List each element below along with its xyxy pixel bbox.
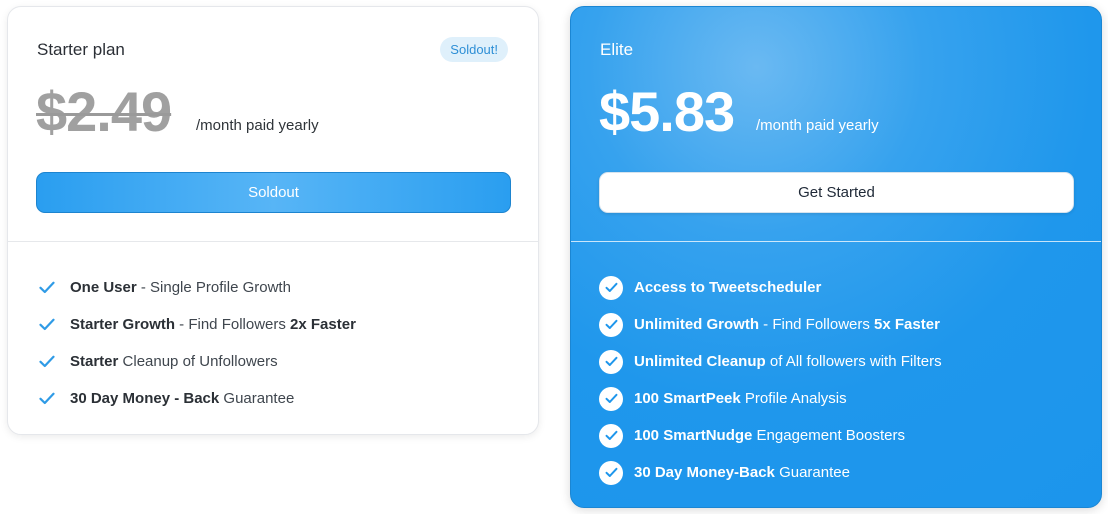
check-icon bbox=[36, 314, 57, 335]
check-icon bbox=[36, 351, 57, 372]
feature-item: 100 SmartPeek Profile Analysis bbox=[599, 380, 942, 417]
plan-price: $5.83 bbox=[599, 80, 735, 143]
divider bbox=[8, 241, 538, 242]
feature-text: One User - Single Profile Growth bbox=[70, 279, 291, 296]
feature-list: One User - Single Profile Growth Starter… bbox=[36, 269, 356, 417]
elite-plan-card: Elite $5.83 /month paid yearly Get Start… bbox=[570, 6, 1102, 508]
feature-text: Unlimited Cleanup of All followers with … bbox=[634, 353, 942, 370]
price-period: /month paid yearly bbox=[196, 117, 319, 134]
feature-text: Access to Tweetscheduler bbox=[634, 279, 822, 296]
feature-item: Starter Cleanup of Unfollowers bbox=[36, 343, 356, 380]
soldout-button[interactable]: Soldout bbox=[36, 172, 511, 213]
feature-item: 30 Day Money - Back Guarantee bbox=[36, 380, 356, 417]
feature-item: Access to Tweetscheduler bbox=[599, 269, 942, 306]
plan-name: Starter plan bbox=[37, 40, 125, 59]
check-circle-icon bbox=[599, 349, 623, 374]
price-period: /month paid yearly bbox=[756, 117, 879, 134]
feature-text: Starter Cleanup of Unfollowers bbox=[70, 353, 278, 370]
feature-item: Starter Growth - Find Followers 2x Faste… bbox=[36, 306, 356, 343]
plan-name: Elite bbox=[600, 40, 634, 59]
feature-text: Starter Growth - Find Followers 2x Faste… bbox=[70, 316, 356, 333]
soldout-badge: Soldout! bbox=[440, 37, 508, 62]
check-icon bbox=[36, 388, 57, 409]
feature-item: Unlimited Growth - Find Followers 5x Fas… bbox=[599, 306, 942, 343]
feature-item: One User - Single Profile Growth bbox=[36, 269, 356, 306]
feature-text: 30 Day Money - Back Guarantee bbox=[70, 390, 295, 407]
feature-item: 30 Day Money-Back Guarantee bbox=[599, 454, 942, 491]
check-circle-icon bbox=[599, 312, 623, 337]
check-circle-icon bbox=[599, 460, 623, 485]
feature-item: 100 SmartNudge Engagement Boosters bbox=[599, 417, 942, 454]
check-icon bbox=[36, 277, 57, 298]
feature-text: Unlimited Growth - Find Followers 5x Fas… bbox=[634, 316, 940, 333]
check-circle-icon bbox=[599, 423, 623, 448]
feature-list: Access to Tweetscheduler Unlimited Growt… bbox=[599, 269, 942, 491]
get-started-button[interactable]: Get Started bbox=[599, 172, 1074, 213]
feature-text: 100 SmartNudge Engagement Boosters bbox=[634, 427, 905, 444]
divider bbox=[571, 241, 1101, 242]
plan-price: $2.49 bbox=[36, 80, 172, 143]
starter-plan-card: Starter plan Soldout! $2.49 /month paid … bbox=[7, 6, 539, 435]
check-circle-icon bbox=[599, 386, 623, 411]
feature-text: 100 SmartPeek Profile Analysis bbox=[634, 390, 847, 407]
feature-text: 30 Day Money-Back Guarantee bbox=[634, 464, 850, 481]
feature-item: Unlimited Cleanup of All followers with … bbox=[599, 343, 942, 380]
check-circle-icon bbox=[599, 275, 623, 300]
